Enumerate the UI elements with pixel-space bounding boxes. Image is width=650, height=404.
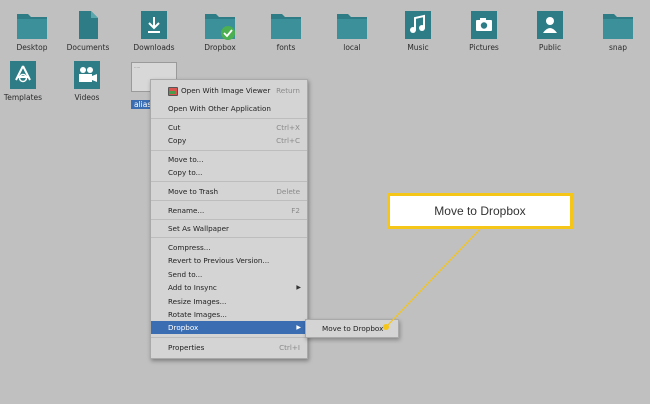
annotation-callout: Move to Dropbox [387, 193, 573, 229]
